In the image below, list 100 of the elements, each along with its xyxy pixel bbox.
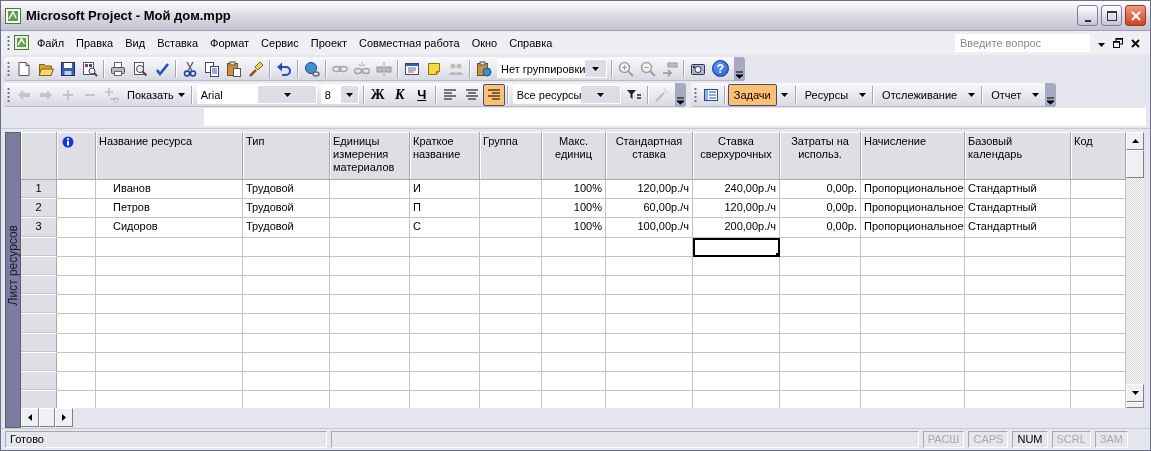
empty-cell[interactable] xyxy=(480,295,542,315)
column-header[interactable]: Базовый календарь xyxy=(965,132,1071,180)
row-number[interactable]: 2 xyxy=(21,199,57,219)
empty-cell[interactable] xyxy=(243,333,330,353)
empty-cell[interactable] xyxy=(96,295,243,315)
empty-cell[interactable] xyxy=(410,333,480,353)
empty-cell[interactable] xyxy=(965,256,1071,276)
empty-cell[interactable] xyxy=(780,275,861,296)
empty-cell[interactable] xyxy=(780,295,861,315)
empty-cell[interactable] xyxy=(780,371,861,392)
menu-item[interactable]: Вставка xyxy=(151,34,204,52)
row-number[interactable]: 1 xyxy=(21,180,57,200)
empty-cell[interactable] xyxy=(780,256,861,276)
empty-cell[interactable] xyxy=(542,295,606,315)
scroll-right-button[interactable] xyxy=(55,408,73,427)
row-header[interactable] xyxy=(21,371,57,392)
empty-cell[interactable] xyxy=(410,256,480,276)
empty-cell[interactable] xyxy=(96,352,243,372)
empty-cell[interactable] xyxy=(693,333,780,353)
split-handle[interactable] xyxy=(1126,402,1144,408)
row-header[interactable] xyxy=(21,333,57,353)
empty-cell[interactable] xyxy=(606,256,693,276)
scroll-down-button[interactable] xyxy=(1126,384,1144,402)
empty-cell[interactable] xyxy=(965,333,1071,353)
scroll-left-button[interactable] xyxy=(21,408,39,427)
empty-cell[interactable] xyxy=(410,237,480,257)
empty-cell[interactable] xyxy=(480,333,542,353)
empty-cell[interactable] xyxy=(606,352,693,372)
underline-button[interactable]: Ч xyxy=(410,83,433,106)
dropdown-field[interactable]: Нет группировки xyxy=(497,59,607,78)
empty-cell[interactable] xyxy=(542,237,606,257)
empty-cell[interactable] xyxy=(330,218,410,238)
empty-cell[interactable] xyxy=(243,275,330,296)
empty-cell[interactable] xyxy=(542,314,606,334)
empty-cell[interactable] xyxy=(330,275,410,296)
empty-cell[interactable] xyxy=(606,275,693,296)
menu-item[interactable]: Справка xyxy=(503,34,559,52)
empty-cell[interactable] xyxy=(480,180,542,200)
empty-cell[interactable] xyxy=(410,314,480,334)
empty-cell[interactable] xyxy=(96,333,243,353)
empty-cell[interactable] xyxy=(480,314,542,334)
empty-cell[interactable] xyxy=(330,371,410,392)
question-field[interactable]: Введите вопрос xyxy=(955,34,1090,52)
empty-cell[interactable] xyxy=(410,371,480,392)
empty-cell[interactable] xyxy=(965,371,1071,392)
empty-cell[interactable] xyxy=(480,199,542,219)
column-header[interactable]: Тип xyxy=(243,132,330,180)
empty-cell[interactable] xyxy=(693,295,780,315)
empty-cell[interactable] xyxy=(693,371,780,392)
row-header[interactable] xyxy=(21,352,57,372)
empty-cell[interactable] xyxy=(330,295,410,315)
empty-cell[interactable] xyxy=(480,256,542,276)
vertical-scrollbar[interactable] xyxy=(1126,132,1144,408)
empty-cell[interactable] xyxy=(330,314,410,334)
empty-cell[interactable] xyxy=(330,237,410,257)
row-number[interactable]: 3 xyxy=(21,218,57,238)
entry-field[interactable] xyxy=(204,108,1146,126)
column-header[interactable]: Название ресурса xyxy=(96,132,243,180)
row-header[interactable] xyxy=(21,256,57,276)
menu-item[interactable]: Окно xyxy=(465,34,504,52)
empty-cell[interactable] xyxy=(861,295,965,315)
empty-cell[interactable] xyxy=(480,237,542,257)
empty-cell[interactable] xyxy=(606,295,693,315)
column-header[interactable]: Группа xyxy=(480,132,542,180)
empty-cell[interactable] xyxy=(542,256,606,276)
menu-item[interactable]: Вид xyxy=(119,34,152,52)
empty-cell[interactable] xyxy=(861,352,965,372)
empty-cell[interactable] xyxy=(243,314,330,334)
menu-item[interactable]: Сервис xyxy=(255,34,305,52)
toolbar-options-icon[interactable] xyxy=(674,82,686,107)
empty-cell[interactable] xyxy=(480,352,542,372)
empty-cell[interactable] xyxy=(861,314,965,334)
empty-cell[interactable] xyxy=(861,237,965,257)
empty-cell[interactable] xyxy=(606,237,693,257)
empty-cell[interactable] xyxy=(965,275,1071,296)
column-header[interactable]: Макс. единиц xyxy=(542,132,606,180)
view-button[interactable]: Ресурсы xyxy=(798,83,855,106)
empty-cell[interactable] xyxy=(410,275,480,296)
empty-cell[interactable] xyxy=(542,371,606,392)
dropdown-field[interactable]: 8 xyxy=(320,85,359,104)
column-header[interactable]: Ставка сверхурочных xyxy=(693,132,780,180)
empty-cell[interactable] xyxy=(861,275,965,296)
empty-cell[interactable] xyxy=(243,237,330,257)
empty-cell[interactable] xyxy=(861,333,965,353)
empty-cell[interactable] xyxy=(861,256,965,276)
show-menu-button[interactable]: Показать xyxy=(123,83,189,106)
horizontal-scrollbar[interactable] xyxy=(21,408,73,428)
empty-cell[interactable] xyxy=(542,275,606,296)
empty-cell[interactable] xyxy=(330,352,410,372)
empty-cell[interactable] xyxy=(861,371,965,392)
align-right-icon[interactable] xyxy=(482,83,505,106)
empty-cell[interactable] xyxy=(780,237,861,257)
menu-item[interactable]: Проект xyxy=(304,34,353,52)
view-button[interactable]: Отчет xyxy=(985,83,1028,106)
view-button[interactable]: Задачи xyxy=(727,83,777,106)
empty-cell[interactable] xyxy=(542,352,606,372)
bold-button[interactable]: Ж xyxy=(366,83,389,106)
minimize-icon[interactable] xyxy=(1077,5,1098,26)
close-icon[interactable] xyxy=(1125,5,1146,26)
empty-cell[interactable] xyxy=(410,352,480,372)
